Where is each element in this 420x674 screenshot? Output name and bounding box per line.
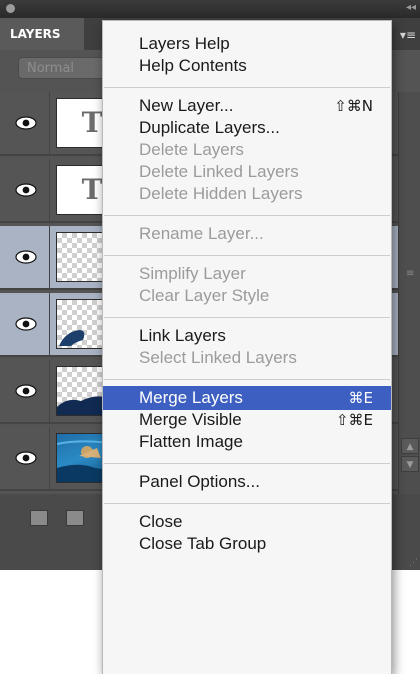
menu-item-label: Merge Layers [139, 388, 243, 407]
add-mask-icon[interactable] [66, 510, 84, 526]
menu-item-label: Merge Visible [139, 410, 242, 429]
menu-item-delete-layers: Delete Layers [103, 139, 391, 161]
menu-item-label: Select Linked Layers [139, 348, 297, 367]
scrollbar[interactable]: ≡ ▲ ▼ [398, 92, 420, 494]
menu-item-label: Close [139, 512, 183, 531]
scroll-up-icon[interactable]: ▲ [401, 438, 419, 454]
menu-item-shortcut: ⇧⌘N [334, 97, 373, 115]
menu-item-label: Help Contents [139, 56, 247, 75]
menu-item-close-tab-group[interactable]: Close Tab Group [103, 533, 391, 555]
menu-item-clear-layer-style: Clear Layer Style [103, 285, 391, 307]
panel-options-menu: Layers Help Help Contents New Layer... ⇧⌘N D… [102, 20, 392, 674]
menu-item-delete-hidden-layers: Delete Hidden Layers [103, 183, 391, 205]
eye-icon[interactable] [8, 380, 44, 402]
menu-item-label: Duplicate Layers... [139, 118, 280, 137]
menu-item-merge-visible[interactable]: Merge Visible ⇧⌘E [103, 409, 391, 431]
link-layers-icon[interactable] [30, 510, 48, 526]
menu-item-label: Flatten Image [139, 432, 243, 451]
menu-separator [104, 379, 390, 380]
panel-title-bar[interactable]: ◂◂ [0, 0, 420, 18]
visibility-cell[interactable] [0, 226, 50, 288]
close-icon[interactable] [6, 4, 15, 13]
tab-layers[interactable]: LAYERS [0, 18, 84, 50]
menu-item-panel-options[interactable]: Panel Options... [103, 471, 391, 493]
eye-icon[interactable] [8, 313, 44, 335]
scroll-grip-icon[interactable]: ≡ [406, 268, 414, 279]
blend-mode-select[interactable]: Normal [18, 57, 114, 79]
menu-separator [104, 503, 390, 504]
menu-item-close[interactable]: Close [103, 511, 391, 533]
menu-item-label: Link Layers [139, 326, 226, 345]
menu-item-label: Close Tab Group [139, 534, 267, 553]
menu-separator [104, 255, 390, 256]
menu-item-merge-layers[interactable]: Merge Layers ⌘E [103, 386, 391, 410]
visibility-cell[interactable] [0, 293, 50, 355]
menu-item-link-layers[interactable]: Link Layers [103, 325, 391, 347]
menu-item-flatten-image[interactable]: Flatten Image [103, 431, 391, 453]
menu-item-rename-layer: Rename Layer... [103, 223, 391, 245]
menu-item-label: Clear Layer Style [139, 286, 270, 305]
menu-item-label: Layers Help [139, 34, 230, 53]
menu-item-label: New Layer... [139, 96, 234, 115]
menu-item-label: Rename Layer... [139, 224, 264, 243]
menu-separator [104, 317, 390, 318]
menu-item-label: Delete Layers [139, 140, 244, 159]
visibility-cell[interactable] [0, 92, 50, 154]
menu-item-label: Panel Options... [139, 472, 260, 491]
panel-menu-icon[interactable]: ▾≡ [400, 28, 416, 42]
menu-item-simplify-layer: Simplify Layer [103, 263, 391, 285]
scroll-down-icon[interactable]: ▼ [401, 456, 419, 472]
menu-item-layers-help[interactable]: Layers Help [103, 33, 391, 55]
menu-item-select-linked-layers: Select Linked Layers [103, 347, 391, 369]
eye-icon[interactable] [8, 112, 44, 134]
eye-icon[interactable] [8, 179, 44, 201]
menu-item-label: Simplify Layer [139, 264, 246, 283]
menu-item-new-layer[interactable]: New Layer... ⇧⌘N [103, 95, 391, 117]
menu-item-delete-linked-layers: Delete Linked Layers [103, 161, 391, 183]
eye-icon[interactable] [8, 246, 44, 268]
menu-separator [104, 215, 390, 216]
collapse-icon[interactable]: ◂◂ [406, 2, 416, 14]
menu-item-duplicate-layers[interactable]: Duplicate Layers... [103, 117, 391, 139]
menu-item-shortcut: ⌘E [348, 389, 373, 407]
menu-separator [104, 87, 390, 88]
menu-item-label: Delete Linked Layers [139, 162, 299, 181]
resize-grip-icon[interactable]: ⋰ [409, 558, 418, 568]
visibility-cell[interactable] [0, 159, 50, 221]
menu-item-shortcut: ⇧⌘E [335, 411, 373, 429]
visibility-cell[interactable] [0, 360, 50, 422]
visibility-cell[interactable] [0, 427, 50, 489]
menu-item-label: Delete Hidden Layers [139, 184, 303, 203]
menu-item-help-contents[interactable]: Help Contents [103, 55, 391, 77]
eye-icon[interactable] [8, 447, 44, 469]
menu-separator [104, 463, 390, 464]
